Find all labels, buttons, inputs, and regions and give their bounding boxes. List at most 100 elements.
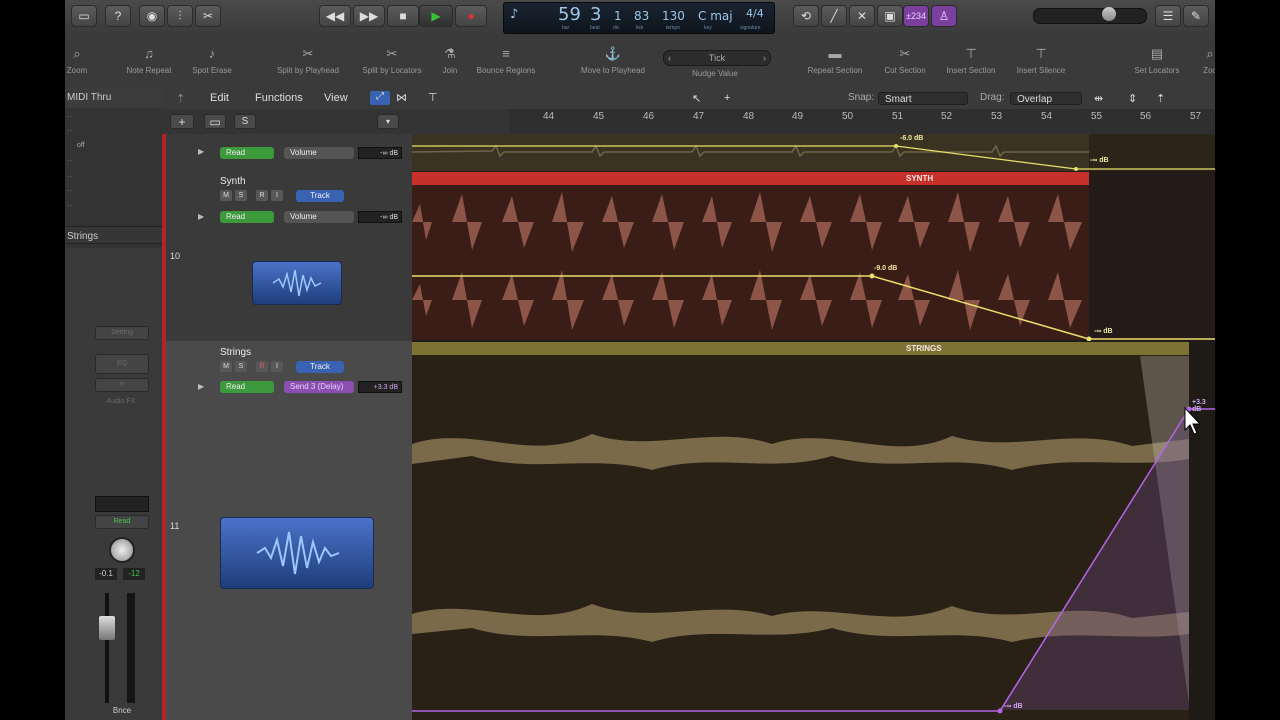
zoom-slider-icon[interactable]: ⇡ xyxy=(1156,92,1165,105)
master-volume-knob[interactable] xyxy=(1102,7,1116,21)
inspector-row[interactable]: ... xyxy=(67,186,73,193)
global-solo-button[interactable]: S xyxy=(234,114,256,129)
toolbar-split-playhead[interactable]: ✂ Split by Playhead xyxy=(271,46,345,75)
inspector-row[interactable]: ... xyxy=(67,126,73,133)
toolbar-spot-erase[interactable]: ♪ Spot Erase xyxy=(187,46,237,75)
timeline-ruler[interactable]: 44 45 46 47 48 49 50 51 52 53 54 55 56 5… xyxy=(509,109,1215,135)
stop-button[interactable]: ■ xyxy=(387,5,419,27)
track-automation-button[interactable]: Track xyxy=(296,190,344,202)
smart-controls-icon[interactable]: ◉ xyxy=(139,5,165,27)
disclosure-triangle-icon[interactable]: ▶ xyxy=(198,382,204,391)
track-name[interactable]: Synth xyxy=(220,176,246,187)
record-enable-button[interactable]: R xyxy=(256,190,268,201)
solo-button[interactable]: S xyxy=(235,190,247,201)
notepad-icon[interactable]: ✎ xyxy=(1183,5,1209,27)
count-in-button[interactable]: ±234 xyxy=(903,5,929,27)
list-editors-icon[interactable]: ☰ xyxy=(1155,5,1181,27)
snap-select[interactable]: Smart xyxy=(878,92,968,105)
record-enable-button[interactable]: R xyxy=(256,361,268,372)
flex-icon[interactable]: ⋈ xyxy=(396,91,407,104)
toolbar-note-repeat[interactable]: ♫ Note Repeat xyxy=(123,46,175,75)
mixer-icon[interactable]: ⫶ xyxy=(167,5,193,27)
lcd-display[interactable]: ♪ 59 bar 3 beat 1 div 83 tick 130 tempo … xyxy=(503,2,775,34)
help-icon[interactable]: ? xyxy=(105,5,131,27)
toolbar-insert-section[interactable]: ⊤ Insert Section xyxy=(941,46,1001,75)
input-monitor-button[interactable]: I xyxy=(271,361,283,372)
inspector-section-title[interactable]: Strings xyxy=(65,226,162,244)
automation-parameter-button[interactable]: Volume xyxy=(284,147,354,159)
track-name[interactable]: Strings xyxy=(220,347,251,358)
replace-icon[interactable]: ▣ xyxy=(877,5,903,27)
pointer-tool-icon[interactable]: ↖ xyxy=(692,92,701,105)
track-header-synth[interactable]: 10 Synth M S R I Track ▶ Read Volume -∞ … xyxy=(162,171,412,342)
record-button[interactable]: ● xyxy=(455,5,487,27)
disclosure-triangle-icon[interactable]: ▶ xyxy=(198,147,204,156)
crosshair-tool-icon[interactable]: + xyxy=(724,92,730,104)
automation-value[interactable]: -∞ dB xyxy=(358,211,402,223)
view-menu[interactable]: View xyxy=(324,92,348,104)
eq-button[interactable]: EQ xyxy=(95,354,149,374)
drag-select[interactable]: Overlap xyxy=(1010,92,1082,105)
automation-mode-button[interactable]: Read xyxy=(220,211,274,223)
solo-button[interactable]: S xyxy=(235,361,247,372)
volume-fader[interactable] xyxy=(99,616,115,640)
track-automation-button[interactable]: Track xyxy=(296,361,344,373)
automation-parameter-button[interactable]: Volume xyxy=(284,211,354,223)
automation-parameter-button[interactable]: Send 3 (Delay) xyxy=(284,381,354,393)
library-icon[interactable]: ▭ xyxy=(71,5,97,27)
tracks-area[interactable]: -6.0 dB -∞ dB SYNTH -9.0 dB -∞ dB STRING… xyxy=(412,134,1215,720)
send-slot[interactable] xyxy=(95,496,149,512)
region-name[interactable]: STRINGS xyxy=(906,344,942,353)
inspector-row[interactable]: ... xyxy=(67,172,73,179)
track-header[interactable]: ▶ Read Volume -∞ dB xyxy=(162,134,412,172)
nudge-value-select[interactable]: ‹ Tick › xyxy=(663,50,771,66)
filter-icon[interactable]: ⊤ xyxy=(428,91,438,104)
audio-fx-label[interactable]: Audio FX xyxy=(95,396,147,408)
toolbar-join[interactable]: ⚗ Join xyxy=(435,46,465,75)
automation-mode[interactable]: Read xyxy=(95,515,149,529)
toolbar-set-locators[interactable]: ▤ Set Locators xyxy=(1129,46,1185,75)
inspector-row[interactable]: off xyxy=(77,142,85,149)
automation-mode-button[interactable]: Read xyxy=(220,147,274,159)
toolbar-split-locators[interactable]: ✂ Split by Locators xyxy=(355,46,429,75)
toolbar-zoom-right[interactable]: ⌕ Zoo xyxy=(1197,46,1215,75)
new-folder-icon[interactable]: ▭ xyxy=(204,114,226,129)
setting-button[interactable]: Setting xyxy=(95,326,149,340)
toolbar-zoom[interactable]: ⌕ Zoom xyxy=(65,46,93,75)
play-button[interactable]: ▶ xyxy=(419,5,453,27)
inspector-header[interactable]: MIDI Thru xyxy=(65,88,162,108)
region-name[interactable]: SYNTH xyxy=(906,174,933,183)
zoom-horizontal-icon[interactable]: ⇹ xyxy=(1094,92,1103,105)
up-arrow-icon[interactable]: ⇡ xyxy=(176,92,185,105)
pan-knob[interactable] xyxy=(109,537,135,563)
input-monitor-button[interactable]: I xyxy=(271,190,283,201)
functions-menu[interactable]: Functions xyxy=(255,92,303,104)
inspector-row[interactable]: ... xyxy=(67,201,73,208)
inspector-row[interactable]: ... xyxy=(67,156,73,163)
rewind-button[interactable]: ◀◀ xyxy=(319,5,351,27)
toolbar-cut-section[interactable]: ✂ Cut Section xyxy=(877,46,933,75)
disclosure-triangle-icon[interactable]: ▶ xyxy=(198,212,204,221)
toolbar-repeat-section[interactable]: ▬ Repeat Section xyxy=(803,46,867,75)
collapse-icon[interactable]: ▾ xyxy=(377,114,399,129)
bounce-button[interactable]: Bnce xyxy=(95,706,149,715)
add-track-button[interactable]: + xyxy=(170,114,194,129)
toolbar-insert-silence[interactable]: ⊤ Insert Silence xyxy=(1011,46,1071,75)
toolbar-move-playhead[interactable]: ⚓ Move to Playhead xyxy=(575,46,651,75)
track-header-strings[interactable]: 11 Strings M S R I Track ▶ Read Send 3 (… xyxy=(162,341,412,720)
mute-button[interactable]: M xyxy=(220,190,232,201)
editors-icon[interactable]: ✂ xyxy=(195,5,221,27)
master-volume-slider[interactable] xyxy=(1033,8,1147,24)
automation-mode-button[interactable]: Read xyxy=(220,381,274,393)
inspector-row[interactable]: ... xyxy=(67,112,73,119)
automation-value[interactable]: -∞ dB xyxy=(358,147,402,159)
mute-button[interactable]: M xyxy=(220,361,232,372)
automation-value[interactable]: +3.3 dB xyxy=(358,381,402,393)
cycle-icon[interactable]: ⟲ xyxy=(793,5,819,27)
link-icon[interactable]: ⊖ xyxy=(95,378,149,392)
zoom-vertical-icon[interactable]: ⇕ xyxy=(1128,92,1137,105)
forward-button[interactable]: ▶▶ xyxy=(353,5,385,27)
edit-menu[interactable]: Edit xyxy=(210,92,229,104)
toolbar-bounce[interactable]: ≡ Bounce Regions xyxy=(471,46,541,75)
tuner-icon[interactable]: ╱ xyxy=(821,5,847,27)
